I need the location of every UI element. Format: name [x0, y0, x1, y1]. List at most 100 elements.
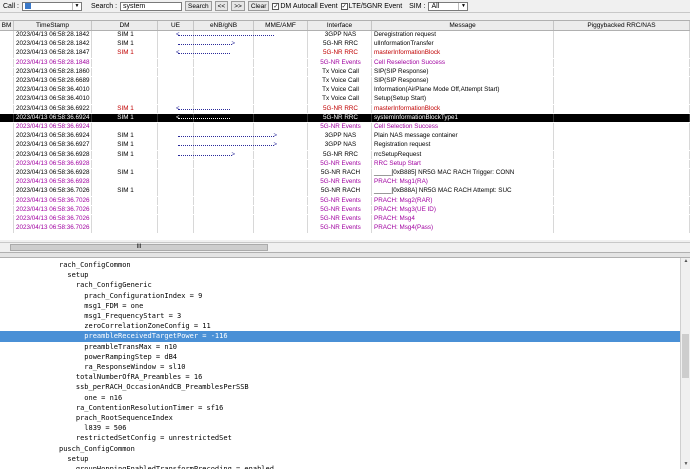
table-row[interactable]: 2023/04/13 06:58:36.7026 5G-NR Events PRAC… — [0, 196, 690, 206]
mme-cell — [254, 178, 308, 187]
detail-line-selected[interactable]: preambleReceivedTargetPower = -116 — [0, 331, 680, 342]
detail-line[interactable]: ra_ResponseWindow = sl10 — [0, 362, 680, 372]
bookmark-cell — [0, 113, 14, 123]
table-row[interactable]: 2023/04/13 06:58:36.6927 SIM 1 3GPP NAS Reg… — [0, 141, 690, 150]
table-row[interactable]: 2023/04/13 06:58:28.1842 SIM 1 5G-NR RRC ul… — [0, 40, 690, 49]
table-row[interactable]: 2023/04/13 06:58:36.4010 Tx Voice Call Inf… — [0, 86, 690, 95]
dm-cell — [92, 196, 158, 206]
detail-line[interactable]: rach_ConfigCommon — [0, 260, 680, 270]
scroll-thumb[interactable]: III — [10, 244, 268, 251]
table-row[interactable]: 2023/04/13 06:58:36.7026 5G-NR Events PRAC… — [0, 224, 690, 233]
enb-cell — [194, 169, 254, 178]
column-header[interactable]: Message — [372, 21, 554, 30]
prev-button[interactable]: << — [214, 1, 229, 11]
sim-select[interactable]: All ▼ — [428, 1, 469, 11]
detail-line[interactable]: totalNumberOfRA_Preambles = 16 — [0, 372, 680, 382]
message-cell: Cell Selection Success — [372, 123, 554, 132]
detail-line[interactable]: msg1_FDM = one — [0, 301, 680, 311]
enb-cell — [194, 178, 254, 187]
interface-cell: 5G-NR RRC — [308, 49, 372, 58]
detail-line[interactable]: l839 = 506 — [0, 423, 680, 433]
timestamp-cell: 2023/04/13 06:58:36.7026 — [14, 224, 92, 233]
message-cell: Deregistration request — [372, 31, 554, 40]
chevron-down-icon[interactable]: ▼ — [458, 2, 467, 10]
detail-line[interactable]: prach_RootSequenceIndex — [0, 413, 680, 423]
dm-cell: SIM 1 — [92, 113, 158, 123]
detail-line[interactable]: ra_ContentionResolutionTimer = sf16 — [0, 403, 680, 413]
horizontal-scrollbar[interactable]: III — [0, 242, 690, 252]
detail-line[interactable]: prach_ConfigurationIndex = 9 — [0, 291, 680, 301]
table-row[interactable]: 2023/04/13 06:58:28.1842 SIM 1 3GPP NAS Der… — [0, 31, 690, 40]
ue-cell — [158, 86, 194, 95]
arrow-right-icon — [178, 132, 277, 141]
dm-cell: SIM 1 — [92, 132, 158, 141]
detail-line[interactable]: rach_ConfigGeneric — [0, 280, 680, 290]
detail-line[interactable]: ssb_perRACH_OccasionAndCB_PreamblesPerSS… — [0, 382, 680, 392]
detail-line[interactable]: restrictedSetConfig = unrestrictedSet — [0, 433, 680, 443]
scroll-thumb[interactable] — [682, 334, 689, 378]
table-row[interactable]: 2023/04/13 06:58:36.6924 5G-NR Events Cell… — [0, 123, 690, 132]
search-button[interactable]: Search — [185, 1, 212, 11]
table-row[interactable]: 2023/04/13 06:58:28.1860 Tx Voice Call SIP… — [0, 67, 690, 77]
column-header[interactable]: Interface — [308, 21, 372, 30]
piggyback-cell — [554, 224, 690, 233]
detail-line[interactable]: setup — [0, 270, 680, 280]
detail-line[interactable]: groupHoppingEnabledTransformPrecoding = … — [0, 464, 680, 469]
column-header[interactable]: DM — [92, 21, 158, 30]
detail-line[interactable]: zeroCorrelationZoneConfig = 11 — [0, 321, 680, 331]
vertical-scrollbar[interactable]: ▲ ▼ — [680, 258, 690, 469]
mme-cell — [254, 77, 308, 86]
piggyback-cell — [554, 58, 690, 68]
dm-cell: SIM 1 — [92, 150, 158, 160]
table-row[interactable]: 2023/04/13 06:58:36.6924 SIM 1 3GPP NAS Pla… — [0, 132, 690, 141]
table-row[interactable]: 2023/04/13 06:58:36.7026 SIM 1 5G-NR RACH _… — [0, 187, 690, 196]
table-row[interactable]: 2023/04/13 06:58:36.6928 SIM 1 5G-NR RRC rr… — [0, 150, 690, 160]
column-header[interactable]: eNB/gNB — [194, 21, 254, 30]
scroll-down-icon[interactable]: ▼ — [681, 461, 690, 469]
chevron-down-icon[interactable]: ▼ — [71, 2, 81, 10]
detail-line[interactable]: powerRampingStep = dB4 — [0, 352, 680, 362]
column-header[interactable]: Piggybacked RRC/NAS — [554, 21, 690, 30]
message-cell: Cell Reselection Success — [372, 58, 554, 68]
scroll-up-icon[interactable]: ▲ — [681, 258, 690, 266]
table-row[interactable]: 2023/04/13 06:58:36.7026 5G-NR Events PRAC… — [0, 205, 690, 215]
message-cell: RRC Setup Start — [372, 159, 554, 169]
bookmark-cell — [0, 159, 14, 169]
table-row[interactable]: 2023/04/13 06:58:36.6924 SIM 1 5G-NR RRC sy… — [0, 113, 690, 123]
clear-button[interactable]: Clear — [247, 1, 270, 11]
lte-event-checkbox[interactable]: ✓ LTE/5GNR Event — [340, 2, 402, 10]
table-row[interactable]: 2023/04/13 06:58:28.6689 Tx Voice Call SIP… — [0, 77, 690, 86]
enb-cell — [194, 215, 254, 224]
table-row[interactable]: 2023/04/13 06:58:36.6922 SIM 1 5G-NR RRC ma… — [0, 104, 690, 114]
ue-cell — [158, 215, 194, 224]
column-header[interactable]: MME/AMF — [254, 21, 308, 30]
message-detail-pane[interactable]: rach_ConfigCommon setup rach_ConfigGener… — [0, 258, 680, 469]
table-row[interactable]: 2023/04/13 06:58:36.7026 5G-NR Events PRAC… — [0, 215, 690, 224]
enb-cell — [194, 187, 254, 196]
table-row[interactable]: 2023/04/13 06:58:36.6928 5G-NR Events RRC … — [0, 159, 690, 169]
dm-cell: SIM 1 — [92, 40, 158, 49]
detail-line[interactable]: setup — [0, 454, 680, 464]
piggyback-cell — [554, 141, 690, 150]
detail-line[interactable]: msg1_FrequencyStart = 3 — [0, 311, 680, 321]
column-header[interactable]: BM — [0, 21, 14, 30]
detail-line[interactable]: pusch_ConfigCommon — [0, 444, 680, 454]
arrow-right-icon — [178, 141, 277, 150]
dm-autocall-checkbox[interactable]: ✓ DM Autocall Event — [272, 2, 338, 10]
detail-line[interactable]: one = n16 — [0, 393, 680, 403]
column-header[interactable]: UE — [158, 21, 194, 30]
table-row[interactable]: 2023/04/13 06:58:28.1848 5G-NR Events Cell… — [0, 58, 690, 68]
call-select[interactable]: ▼ — [21, 1, 82, 11]
enb-cell — [194, 86, 254, 95]
table-row[interactable]: 2023/04/13 06:58:36.4010 Tx Voice Call Set… — [0, 95, 690, 104]
table-row[interactable]: 2023/04/13 06:58:28.1847 SIM 1 5G-NR RRC ma… — [0, 49, 690, 58]
enb-cell — [194, 95, 254, 104]
mme-cell — [254, 104, 308, 114]
table-row[interactable]: 2023/04/13 06:58:36.6928 SIM 1 5G-NR RACH _… — [0, 169, 690, 178]
next-button[interactable]: >> — [231, 1, 245, 11]
message-table: BM TimeStamp DM UE eNB/gNB MME/AMF Interface Me… — [0, 20, 690, 240]
search-input[interactable]: system — [120, 1, 183, 11]
detail-line[interactable]: preambleTransMax = n10 — [0, 342, 680, 352]
column-header[interactable]: TimeStamp — [14, 21, 92, 30]
table-row[interactable]: 2023/04/13 06:58:36.6928 5G-NR Events PRAC… — [0, 178, 690, 187]
